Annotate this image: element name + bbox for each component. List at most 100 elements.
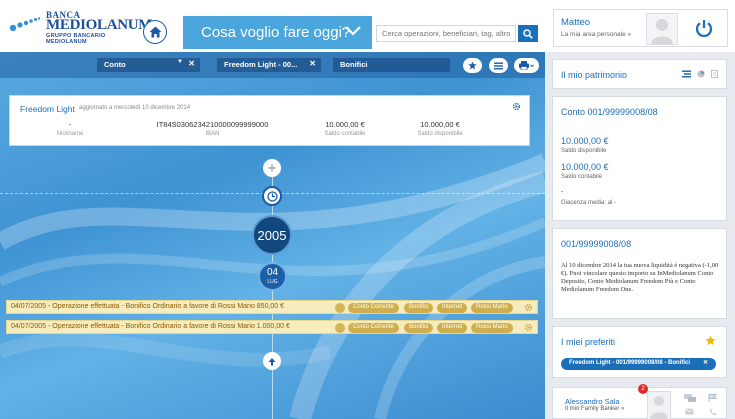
printer-icon	[519, 61, 534, 70]
operation-row[interactable]: 04/07/2005 - Operazione effettuata - Bon…	[6, 300, 538, 314]
plus-icon	[268, 164, 276, 172]
chevron-down-icon: ▼	[177, 59, 183, 65]
filter-chip-account[interactable]: Freedom Light - 00... ✕	[217, 58, 321, 72]
iban-label: IBAN	[205, 131, 220, 137]
pie-chart-icon[interactable]	[697, 70, 705, 78]
list-button[interactable]	[489, 58, 508, 73]
account-nickname: - Nickname	[50, 120, 90, 137]
user-name[interactable]: Matteo	[561, 17, 590, 28]
timeline-month: LUG	[267, 279, 278, 285]
message-title[interactable]: 001/99999008/08	[561, 239, 631, 249]
plus-icon[interactable]	[335, 303, 345, 313]
favorite-button[interactable]	[463, 58, 482, 73]
filter-bar: Conto ▼ ✕ Freedom Light - 00... ✕ Bonifi…	[0, 52, 545, 78]
operation-row[interactable]: 04/07/2005 - Operazione effettuata - Bon…	[6, 320, 538, 334]
account-title[interactable]: Freedom Light	[20, 104, 75, 114]
close-icon[interactable]: ✕	[309, 59, 316, 68]
scroll-up-button[interactable]	[263, 352, 281, 370]
filter-chip-bonifici[interactable]: Bonifici	[333, 58, 450, 72]
gear-icon[interactable]	[524, 303, 533, 312]
saldo-disponibile-label: Saldo disponibile	[561, 148, 607, 154]
nickname-label: Nickname	[56, 131, 84, 137]
timeline-day[interactable]: 04 LUG	[258, 262, 287, 291]
user-silhouette-icon	[651, 19, 673, 44]
timeline-year[interactable]: 2005	[252, 215, 292, 255]
saldo-contabile-label: Saldo contabile	[324, 131, 366, 137]
tag-internet[interactable]: Internet	[437, 303, 468, 313]
tag-bonifici[interactable]: Bonifici	[404, 323, 434, 333]
star-icon[interactable]	[705, 335, 716, 346]
plus-icon[interactable]	[335, 323, 345, 333]
account-saldo-disponibile: 10.000,00 € Saldo disponibile	[405, 120, 475, 137]
main-timeline-area: Conto ▼ ✕ Freedom Light - 00... ✕ Bonifi…	[0, 52, 545, 419]
flag-icon[interactable]	[708, 394, 717, 402]
saldo-contabile-label: Saldo contabile	[561, 174, 603, 180]
filter-conto-label: Conto	[104, 60, 126, 69]
nickname-value: -	[68, 120, 72, 129]
logo-line2: MEDIOLANUM	[46, 17, 153, 33]
avatar[interactable]	[646, 13, 678, 45]
tag-bonifici[interactable]: Bonifici	[404, 303, 434, 313]
cosa-voglio-fare-dropdown[interactable]: Cosa voglio fare oggi?	[183, 16, 372, 49]
message-panel: 001/99999008/08 Al 10 dicembre 2014 la t…	[552, 228, 727, 319]
family-banker-card[interactable]: Alessandro Sala Il mio Family Banker » 2	[552, 384, 727, 419]
search-button[interactable]	[518, 25, 538, 42]
print-button[interactable]	[514, 58, 539, 73]
giacenza-value: -	[561, 189, 564, 196]
tag-conto-corrente[interactable]: Conto Corrente	[348, 323, 400, 333]
tag-conto-corrente[interactable]: Conto Corrente	[348, 303, 400, 313]
star-icon	[468, 61, 477, 70]
saldo-contabile-value: 10.000,00 €	[325, 120, 365, 129]
saldo-disponibile-label: Saldo disponibile	[417, 131, 463, 137]
bars-icon[interactable]	[682, 70, 691, 78]
close-icon[interactable]: ✕	[188, 59, 195, 68]
conto-title[interactable]: Conto 001/99999008/08	[561, 107, 658, 117]
phone-icon[interactable]	[709, 408, 717, 416]
timeline-add-button[interactable]	[263, 159, 281, 177]
home-button[interactable]	[143, 20, 167, 44]
bank-logo[interactable]: BANCA MEDIOLANUM GRUPPO BANCARIO MEDIOLA…	[8, 10, 152, 45]
patrimonio-panel: Il mio patrimonio	[552, 59, 727, 89]
filter-account-label: Freedom Light - 00...	[224, 60, 298, 69]
timeline-today-button[interactable]	[262, 186, 282, 206]
patrimonio-title[interactable]: Il mio patrimonio	[561, 70, 627, 80]
list-icon	[494, 62, 503, 69]
search-input[interactable]	[376, 25, 516, 42]
logo-line3: GRUPPO BANCARIO MEDIOLANUM	[46, 33, 106, 45]
gear-icon[interactable]	[524, 323, 533, 332]
personal-area-link[interactable]: La mia area personale »	[561, 31, 631, 38]
logo-mark-icon	[9, 17, 41, 32]
gear-icon[interactable]	[512, 102, 521, 111]
saldo-disponibile-value: 10.000,00 €	[561, 136, 609, 146]
patrimonio-tools	[682, 70, 718, 78]
logout-button[interactable]	[681, 11, 727, 45]
preferiti-panel: I miei preferiti Freedom Light - 001/999…	[552, 326, 727, 378]
saldo-contabile-value: 10.000,00 €	[561, 162, 609, 172]
filter-bonifici-label: Bonifici	[340, 60, 368, 69]
arrow-up-icon	[268, 357, 276, 365]
iban-value: IT84S0306234210000099999000	[156, 120, 269, 129]
tag-internet[interactable]: Internet	[437, 323, 468, 333]
operation-text: 04/07/2005 - Operazione effettuata - Bon…	[11, 323, 290, 330]
preferito-label: Freedom Light - 001/99999008/08 - Bonifi…	[569, 360, 691, 366]
family-banker-link[interactable]: Il mio Family Banker »	[565, 406, 624, 412]
avatar	[647, 391, 671, 419]
mail-icon[interactable]	[685, 408, 694, 415]
user-silhouette-icon	[650, 396, 668, 419]
header: BANCA MEDIOLANUM GRUPPO BANCARIO MEDIOLA…	[0, 0, 735, 52]
home-icon	[149, 26, 161, 38]
preferito-chip[interactable]: Freedom Light - 001/99999008/08 - Bonifi…	[561, 358, 716, 370]
account-iban: IT84S0306234210000099999000 IBAN	[150, 120, 275, 137]
tag-rossi-mario[interactable]: Rossi Mario	[471, 303, 513, 313]
close-icon[interactable]: ✕	[703, 359, 708, 366]
preferiti-title[interactable]: I miei preferiti	[561, 337, 615, 347]
right-panel: Il mio patrimonio Conto 001/99999008/08 …	[545, 52, 735, 419]
filter-chip-conto[interactable]: Conto ▼ ✕	[97, 58, 200, 72]
user-box: Matteo La mia area personale »	[553, 9, 728, 47]
document-icon[interactable]	[711, 70, 718, 78]
account-updated: aggiornato a mercoledì 10 dicembre 2014	[79, 105, 191, 111]
chat-icon[interactable]	[684, 394, 696, 402]
account-summary-card: Freedom Light aggiornato a mercoledì 10 …	[9, 95, 530, 146]
tag-rossi-mario[interactable]: Rossi Mario	[471, 323, 513, 333]
cosa-label: Cosa voglio fare oggi?	[201, 24, 351, 41]
